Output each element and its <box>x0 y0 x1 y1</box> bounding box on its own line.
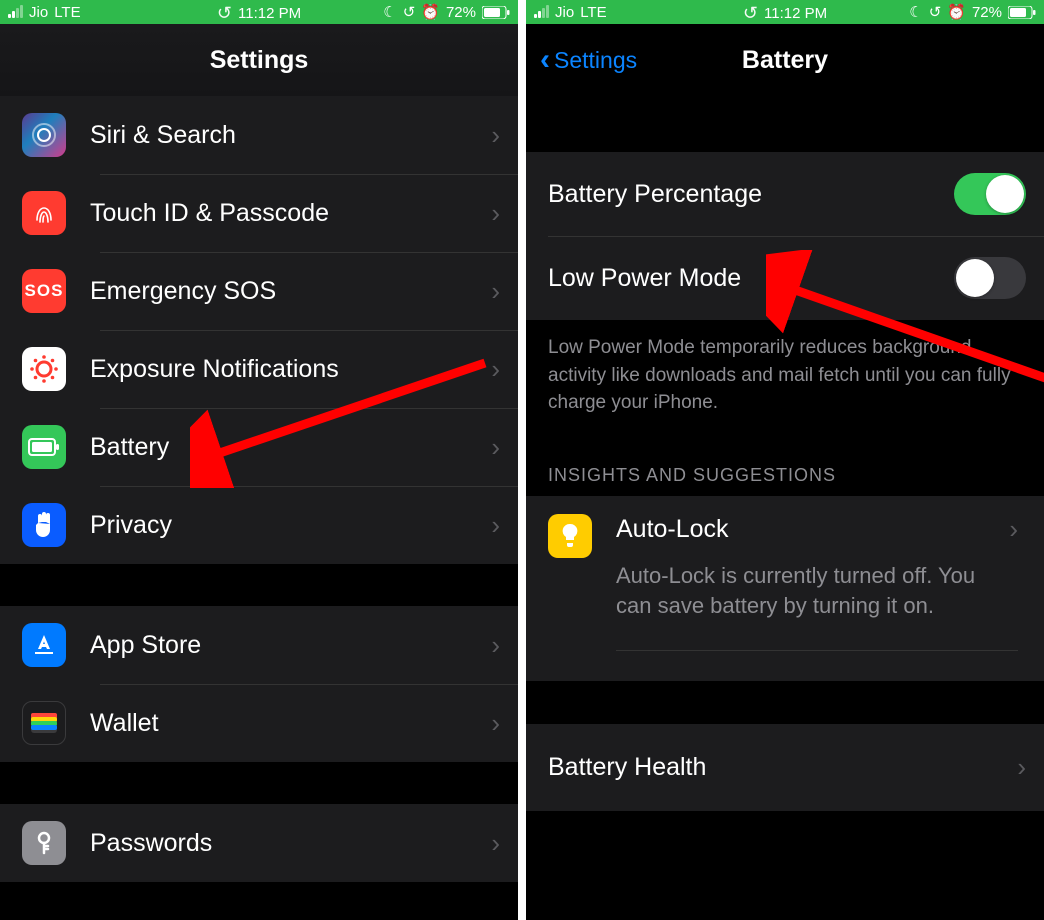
row-label: App Store <box>90 631 491 660</box>
low-power-description: Low Power Mode temporarily reduces backg… <box>526 320 1044 441</box>
alarm-icon: ⏰ <box>421 3 440 21</box>
hotspot-icon: ↺ <box>217 3 232 24</box>
settings-header: Settings <box>0 24 518 96</box>
insights-section-header: INSIGHTS AND SUGGESTIONS <box>526 441 1044 496</box>
settings-group-1: Siri & Search › Touch ID & Passcode › SO… <box>0 96 518 564</box>
row-label: Battery Percentage <box>548 180 954 209</box>
chevron-right-icon: › <box>1009 514 1018 545</box>
status-time: 11:12 PM <box>764 5 827 22</box>
row-label: Low Power Mode <box>548 264 954 293</box>
network-label: LTE <box>54 4 80 21</box>
exposure-icon <box>22 347 66 391</box>
row-label: Touch ID & Passcode <box>90 199 491 228</box>
app-store-icon <box>22 623 66 667</box>
chevron-right-icon: › <box>491 828 500 859</box>
phone-screenshot-battery: Jio LTE ↺ 11:12 PM ☾ ↺ ⏰ 72% ‹ Settings … <box>526 0 1044 920</box>
chevron-left-icon: ‹ <box>540 45 550 75</box>
page-title: Settings <box>210 46 309 75</box>
alarm-icon: ⏰ <box>947 3 966 21</box>
moon-icon: ☾ <box>909 3 922 21</box>
hotspot-icon: ↺ <box>743 3 758 24</box>
network-label: LTE <box>580 4 606 21</box>
privacy-hand-icon <box>22 503 66 547</box>
page-title: Battery <box>742 46 828 75</box>
orientation-lock-icon: ↺ <box>403 3 416 21</box>
signal-icon <box>8 6 23 18</box>
chevron-right-icon: › <box>491 708 500 739</box>
chevron-right-icon: › <box>1017 752 1026 783</box>
insight-title: Auto-Lock <box>616 515 729 544</box>
battery-icon <box>482 6 510 19</box>
chevron-right-icon: › <box>491 120 500 151</box>
row-battery-percentage: Battery Percentage <box>526 152 1044 236</box>
row-privacy[interactable]: Privacy › <box>0 486 518 564</box>
status-time: 11:12 PM <box>238 5 301 22</box>
row-label: Emergency SOS <box>90 277 491 306</box>
orientation-lock-icon: ↺ <box>929 3 942 21</box>
row-auto-lock-insight[interactable]: Auto-Lock › Auto-Lock is currently turne… <box>526 496 1044 652</box>
row-battery-health[interactable]: Battery Health › <box>526 723 1044 811</box>
siri-icon <box>22 113 66 157</box>
signal-icon <box>534 6 549 18</box>
row-label: Battery <box>90 433 491 462</box>
phone-screenshot-settings: Jio LTE ↺ 11:12 PM ☾ ↺ ⏰ 72% Settings Si… <box>0 0 518 920</box>
battery-percentage-toggle[interactable] <box>954 173 1026 215</box>
chevron-right-icon: › <box>491 432 500 463</box>
row-siri-search[interactable]: Siri & Search › <box>0 96 518 174</box>
battery-header: ‹ Settings Battery <box>526 24 1044 96</box>
row-touch-id[interactable]: Touch ID & Passcode › <box>0 174 518 252</box>
battery-toggles-group: Battery Percentage Low Power Mode <box>526 152 1044 320</box>
chevron-right-icon: › <box>491 354 500 385</box>
row-wallet[interactable]: Wallet › <box>0 684 518 762</box>
battery-pct-label: 72% <box>972 4 1002 21</box>
wallet-icon <box>22 701 66 745</box>
fingerprint-icon <box>22 191 66 235</box>
carrier-label: Jio <box>29 4 48 21</box>
key-icon <box>22 821 66 865</box>
settings-group-2: App Store › Wallet › <box>0 606 518 762</box>
back-button[interactable]: ‹ Settings <box>540 45 637 75</box>
chevron-right-icon: › <box>491 276 500 307</box>
sos-icon: SOS <box>22 269 66 313</box>
row-label: Siri & Search <box>90 121 491 150</box>
chevron-right-icon: › <box>491 198 500 229</box>
row-app-store[interactable]: App Store › <box>0 606 518 684</box>
row-exposure-notifications[interactable]: Exposure Notifications › <box>0 330 518 408</box>
row-label: Privacy <box>90 511 491 540</box>
back-label: Settings <box>554 47 637 74</box>
row-label: Wallet <box>90 709 491 738</box>
low-power-mode-toggle[interactable] <box>954 257 1026 299</box>
row-label: Battery Health <box>548 753 706 782</box>
lightbulb-icon <box>548 514 592 558</box>
battery-pct-label: 72% <box>446 4 476 21</box>
status-bar: Jio LTE ↺ 11:12 PM ☾ ↺ ⏰ 72% <box>526 0 1044 24</box>
row-label: Exposure Notifications <box>90 355 491 384</box>
battery-icon <box>1008 6 1036 19</box>
chevron-right-icon: › <box>491 630 500 661</box>
insight-description: Auto-Lock is currently turned off. You c… <box>616 561 1018 652</box>
moon-icon: ☾ <box>383 3 396 21</box>
row-battery[interactable]: Battery › <box>0 408 518 486</box>
chevron-right-icon: › <box>491 510 500 541</box>
status-bar: Jio LTE ↺ 11:12 PM ☾ ↺ ⏰ 72% <box>0 0 518 24</box>
row-label: Passwords <box>90 829 491 858</box>
carrier-label: Jio <box>555 4 574 21</box>
row-emergency-sos[interactable]: SOS Emergency SOS › <box>0 252 518 330</box>
row-passwords[interactable]: Passwords › <box>0 804 518 882</box>
settings-group-3: Passwords › <box>0 804 518 882</box>
row-low-power-mode: Low Power Mode <box>526 236 1044 320</box>
battery-icon <box>22 425 66 469</box>
